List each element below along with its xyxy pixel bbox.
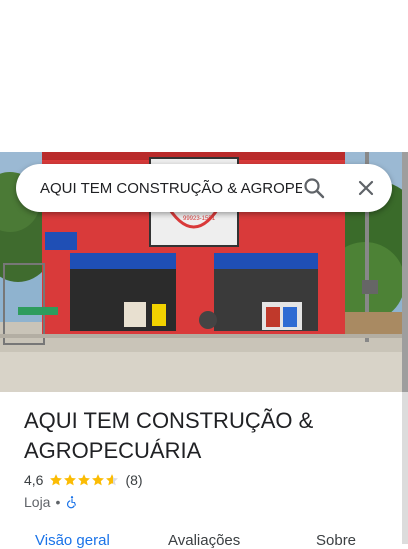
search-box[interactable] (16, 164, 392, 212)
separator-dot: • (55, 494, 61, 510)
close-icon[interactable] (354, 176, 378, 200)
star-icon (64, 474, 77, 486)
rating-row[interactable]: 4,6 (8) (24, 470, 143, 490)
blank-area (0, 0, 408, 152)
place-tabs: Visão geral Avaliações Sobre (0, 528, 402, 549)
star-rating (49, 473, 119, 487)
search-icon[interactable] (302, 176, 326, 200)
scrollbar-thumb[interactable] (402, 152, 408, 392)
sign-phone: 99923-1551 (183, 216, 216, 222)
review-count[interactable]: (8) (125, 472, 142, 488)
tab-about[interactable]: Sobre (316, 532, 356, 549)
star-icon (92, 474, 105, 486)
wheelchair-icon (67, 496, 77, 509)
tab-reviews[interactable]: Avaliações (168, 532, 240, 549)
place-title: AQUI TEM CONSTRUÇÃO & AGROPECUÁRIA (24, 408, 314, 463)
tab-overview[interactable]: Visão geral (35, 532, 110, 549)
rating-value: 4,6 (24, 472, 44, 488)
place-category: Loja (24, 494, 51, 510)
star-icon (78, 474, 91, 486)
search-input[interactable] (40, 176, 302, 200)
star-icon (50, 474, 63, 486)
category-row: Loja • (24, 492, 79, 512)
star-half-icon (106, 474, 119, 486)
